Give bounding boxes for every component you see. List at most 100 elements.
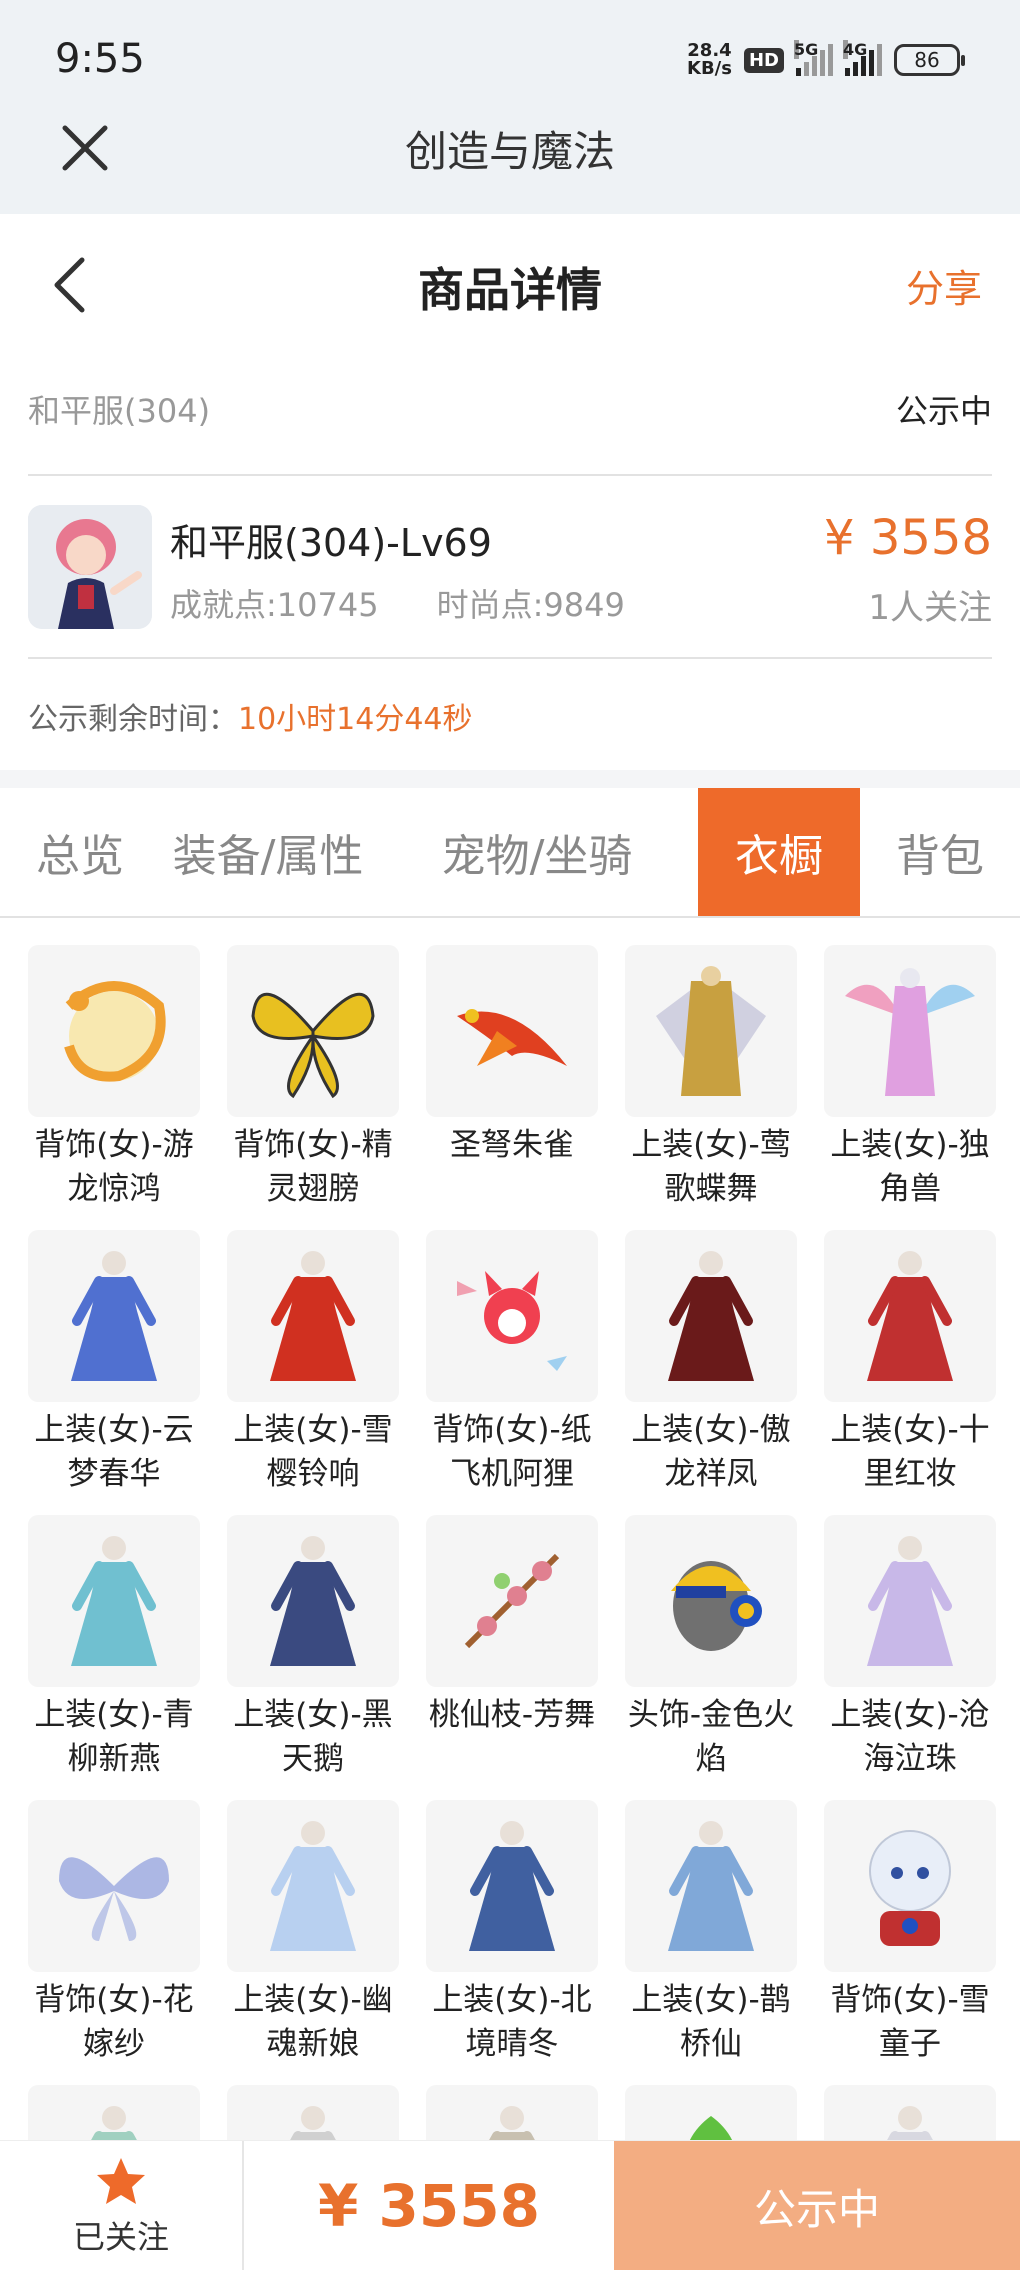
tab-equipment[interactable]: 装备/属性 bbox=[160, 788, 376, 916]
wardrobe-item-label: 上装(女)-十里红妆 bbox=[830, 1412, 990, 1492]
remaining-time-label: 公示剩余时间： bbox=[28, 702, 238, 737]
wardrobe-item[interactable]: 背饰(女)-花嫁纱 bbox=[28, 1800, 200, 2085]
battery-icon: 86 bbox=[894, 44, 965, 76]
tab-overview[interactable]: 总览 bbox=[0, 788, 160, 916]
cap-headphones-icon bbox=[671, 1561, 762, 1651]
app-title: 创造与魔法 bbox=[404, 127, 615, 176]
dress-outfit-icon bbox=[290, 2106, 336, 2140]
wardrobe-item[interactable]: 上装(女)-莺歌蝶舞 bbox=[625, 945, 797, 1230]
unicorn-outfit-icon bbox=[845, 968, 975, 1096]
signal-5g-icon: 5G bbox=[794, 40, 833, 76]
wardrobe-item-label: 桃仙枝-芳舞 bbox=[428, 1697, 596, 1733]
wardrobe-item[interactable]: 上装(女)-鹊桥仙 bbox=[625, 1800, 797, 2085]
status-bar: 9:55 28.4 KB/s HD 5G 4G 86 bbox=[0, 0, 1020, 100]
wardrobe-thumbnail bbox=[824, 2085, 996, 2140]
wardrobe-thumbnail bbox=[824, 1230, 996, 1402]
follow-label: 已关注 bbox=[72, 2218, 169, 2256]
follow-button[interactable]: 已关注 bbox=[0, 2141, 244, 2270]
wardrobe-item-label: 上装(女)-沧海泣珠 bbox=[830, 1697, 990, 1777]
wardrobe-item[interactable]: 上装(女)-幽魂新娘 bbox=[227, 1800, 399, 2085]
wardrobe-thumbnail bbox=[28, 2085, 200, 2140]
status-time: 9:55 bbox=[55, 36, 145, 82]
wardrobe-item[interactable]: 桃仙枝-芳舞 bbox=[426, 1515, 598, 1800]
bottom-bar: 已关注 ¥ 3558 公示中 bbox=[0, 2140, 1020, 2270]
wardrobe-thumbnail bbox=[625, 945, 797, 1117]
tab-pets-mounts[interactable]: 宠物/坐骑 bbox=[376, 788, 698, 916]
wardrobe-item[interactable]: 上装(女)-十里红妆 bbox=[824, 1230, 996, 1515]
bottom-price: ¥ 3558 bbox=[318, 2172, 540, 2240]
share-button[interactable]: 分享 bbox=[906, 258, 982, 313]
signal-4g-label: 4G bbox=[843, 40, 868, 59]
dragon-ornament-icon bbox=[64, 981, 166, 1082]
wardrobe-item[interactable]: 上装(女)-黑天鹅 bbox=[227, 1515, 399, 1800]
wardrobe-item[interactable] bbox=[824, 2085, 996, 2140]
wardrobe-thumbnail bbox=[824, 945, 996, 1117]
wardrobe-item[interactable]: 背饰(女)-精灵翅膀 bbox=[227, 945, 399, 1230]
wardrobe-item[interactable]: 上装(女)-北境晴冬 bbox=[426, 1800, 598, 2085]
server-row: 和平服(304) 公示中 bbox=[28, 386, 992, 436]
character-name: 和平服(304)-Lv69 bbox=[170, 521, 492, 565]
dress-outfit-icon bbox=[668, 1821, 754, 1951]
wardrobe-thumbnail bbox=[28, 945, 200, 1117]
wardrobe-item-label: 背饰(女)-游龙惊鸿 bbox=[34, 1127, 194, 1207]
server-name: 和平服(304) bbox=[28, 392, 211, 430]
fox-ornament-icon bbox=[457, 1271, 567, 1371]
public-status-button[interactable]: 公示中 bbox=[614, 2141, 1020, 2270]
wardrobe-item[interactable] bbox=[227, 2085, 399, 2140]
armor-outfit-icon bbox=[656, 966, 766, 1096]
status-badge: 公示中 bbox=[895, 392, 992, 430]
wardrobe-item[interactable]: 背饰(女)-游龙惊鸿 bbox=[28, 945, 200, 1230]
wardrobe-item[interactable] bbox=[426, 2085, 598, 2140]
dress-outfit-icon bbox=[270, 1821, 356, 1951]
follower-count: 1人关注 bbox=[868, 588, 992, 628]
wardrobe-item-label: 上装(女)-莺歌蝶舞 bbox=[631, 1127, 791, 1207]
dress-outfit-icon bbox=[887, 2106, 933, 2140]
dress-outfit-icon bbox=[489, 2106, 535, 2140]
wardrobe-thumbnail bbox=[426, 2085, 598, 2140]
wardrobe-thumbnail bbox=[625, 1515, 797, 1687]
wardrobe-thumbnail bbox=[824, 1800, 996, 1972]
wardrobe-item[interactable]: 背饰(女)-雪童子 bbox=[824, 1800, 996, 2085]
wardrobe-item-label: 圣弩朱雀 bbox=[450, 1127, 574, 1163]
wardrobe-item[interactable]: 上装(女)-沧海泣珠 bbox=[824, 1515, 996, 1800]
wardrobe-item[interactable]: 上装(女)-傲龙祥凤 bbox=[625, 1230, 797, 1515]
wardrobe-item[interactable] bbox=[28, 2085, 200, 2140]
leaf-icon bbox=[690, 2116, 732, 2140]
wardrobe-item[interactable]: 背饰(女)-纸飞机阿狸 bbox=[426, 1230, 598, 1515]
peach-branch-icon bbox=[464, 1553, 560, 1649]
wardrobe-item-label: 上装(女)-独角兽 bbox=[830, 1127, 990, 1207]
status-icons: 28.4 KB/s HD 5G 4G 86 bbox=[687, 40, 965, 78]
wardrobe-item[interactable]: 上装(女)-青柳新燕 bbox=[28, 1515, 200, 1800]
wardrobe-thumbnail bbox=[28, 1800, 200, 1972]
wardrobe-item[interactable]: 上装(女)-雪樱铃响 bbox=[227, 1230, 399, 1515]
wardrobe-thumbnail bbox=[426, 1800, 598, 1972]
tab-bar: 总览 装备/属性 宠物/坐骑 衣橱 背包 bbox=[0, 788, 1020, 918]
wardrobe-item-label: 上装(女)-傲龙祥凤 bbox=[631, 1412, 791, 1492]
dress-outfit-icon bbox=[668, 1251, 754, 1381]
wardrobe-item[interactable]: 上装(女)-云梦春华 bbox=[28, 1230, 200, 1515]
signal-4g-icon: 4G bbox=[843, 40, 882, 76]
remaining-time-row: 公示剩余时间：10小时14分44秒 bbox=[28, 694, 473, 738]
hd-icon: HD bbox=[743, 47, 784, 73]
wardrobe-item-label: 背饰(女)-纸飞机阿狸 bbox=[432, 1412, 592, 1492]
wardrobe-thumbnail bbox=[28, 1515, 200, 1687]
net-speed: 28.4 KB/s bbox=[687, 42, 732, 78]
net-speed-unit: KB/s bbox=[687, 58, 732, 79]
wardrobe-item[interactable]: 圣弩朱雀 bbox=[426, 945, 598, 1230]
wardrobe-thumbnail bbox=[625, 2085, 797, 2140]
wardrobe-item-label: 上装(女)-北境晴冬 bbox=[432, 1982, 592, 2062]
tab-wardrobe[interactable]: 衣橱 bbox=[698, 788, 860, 916]
wardrobe-item[interactable]: 上装(女)-独角兽 bbox=[824, 945, 996, 1230]
wardrobe-item[interactable] bbox=[625, 2085, 797, 2140]
character-stats: 成就点:10745 时尚点:9849 bbox=[170, 580, 625, 626]
remaining-time-value: 10小时14分44秒 bbox=[238, 702, 473, 737]
wardrobe-thumbnail bbox=[426, 945, 598, 1117]
tab-backpack[interactable]: 背包 bbox=[860, 788, 1020, 916]
wardrobe-thumbnail bbox=[227, 1230, 399, 1402]
dress-outfit-icon bbox=[469, 1821, 555, 1951]
wardrobe-item[interactable]: 头饰-金色火焰 bbox=[625, 1515, 797, 1800]
wardrobe-item-label: 头饰-金色火焰 bbox=[627, 1697, 795, 1777]
page-header: 商品详情 分享 bbox=[0, 214, 1020, 354]
dress-outfit-icon bbox=[91, 2106, 137, 2140]
dress-outfit-icon bbox=[71, 1251, 157, 1381]
